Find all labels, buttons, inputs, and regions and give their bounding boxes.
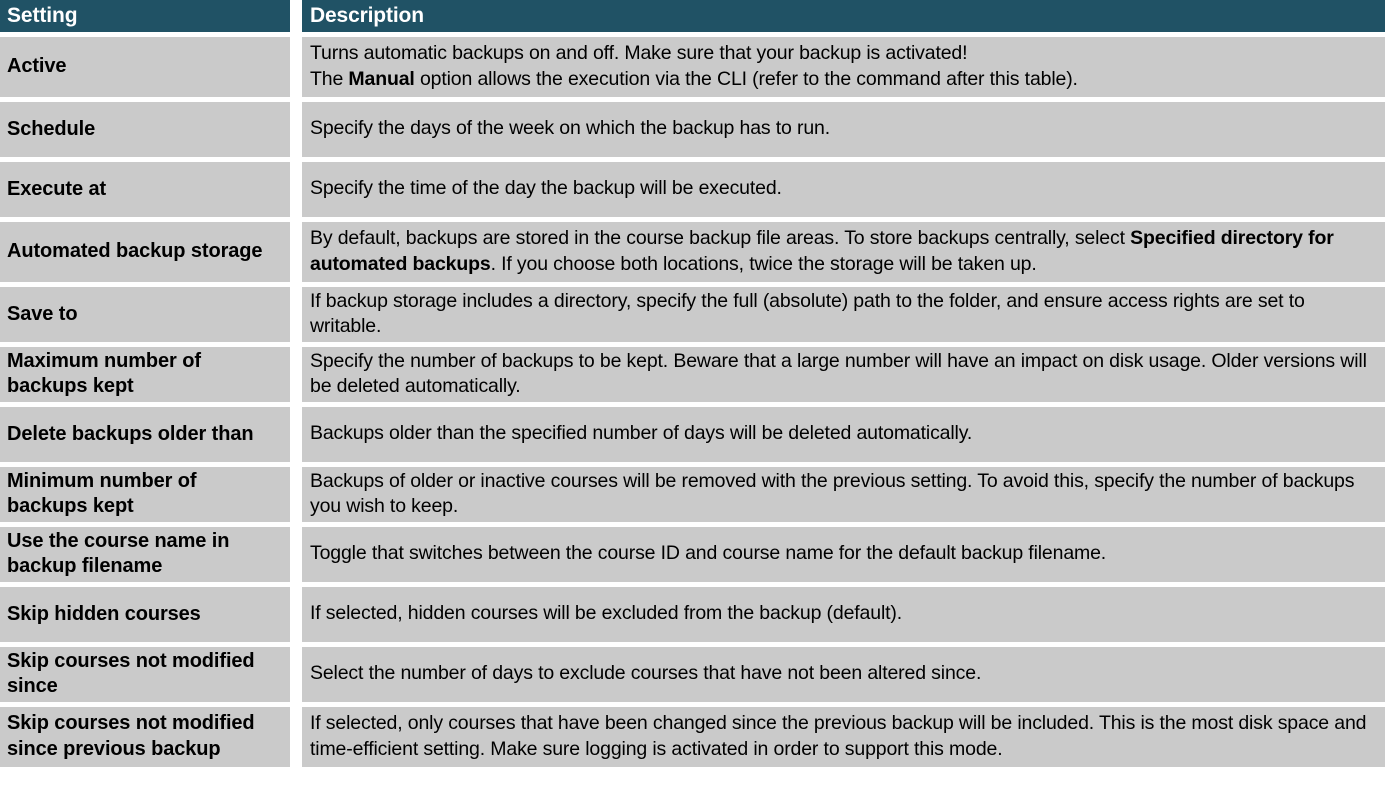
column-divider <box>290 286 302 342</box>
table-row: Execute at Specify the time of the day th… <box>0 161 1385 217</box>
setting-name-cell: Save to <box>0 286 290 342</box>
setting-name-cell: Use the course name in backup filename <box>0 526 290 582</box>
description-text: Specify the number of backups to be kept… <box>310 349 1367 398</box>
setting-name-cell: Automated backup storage <box>0 221 290 282</box>
setting-description-cell: By default, backups are stored in the co… <box>302 221 1385 282</box>
description-text: Backups of older or inactive courses wil… <box>310 469 1355 518</box>
setting-description-cell: Select the number of days to exclude cou… <box>302 646 1385 702</box>
setting-description-cell: If backup storage includes a directory, … <box>302 286 1385 342</box>
setting-name-cell: Delete backups older than <box>0 406 290 462</box>
table-row: Delete backups older than Backups older t… <box>0 406 1385 462</box>
column-divider <box>290 586 302 642</box>
settings-description-table: Setting Description Active Turns automati… <box>0 0 1385 796</box>
table-header-row: Setting Description <box>0 0 1385 32</box>
setting-name-cell: Skip courses not modified since <box>0 646 290 702</box>
description-text: If backup storage includes a directory, … <box>310 289 1305 338</box>
table-body: Active Turns automatic backups on and off… <box>0 31 1385 767</box>
column-divider <box>290 101 302 157</box>
table-row: Schedule Specify the days of the week on … <box>0 101 1385 157</box>
column-divider <box>290 161 302 217</box>
setting-description-cell: Toggle that switches between the course … <box>302 526 1385 582</box>
table-row: Save to If backup storage includes a dire… <box>0 286 1385 342</box>
description-text: Select the number of days to exclude cou… <box>310 662 982 685</box>
setting-description-cell: Backups of older or inactive courses wil… <box>302 466 1385 522</box>
setting-description-cell: If selected, hidden courses will be excl… <box>302 586 1385 642</box>
setting-name-cell: Active <box>0 36 290 97</box>
setting-description-cell: Turns automatic backups on and off. Make… <box>302 36 1385 97</box>
description-text: Toggle that switches between the course … <box>310 542 1107 565</box>
setting-description-cell: Specify the days of the week on which th… <box>302 101 1385 157</box>
column-divider <box>290 0 302 32</box>
description-text: If selected, only courses that have been… <box>310 712 1367 760</box>
column-header-description: Description <box>302 0 1385 32</box>
column-divider <box>290 221 302 282</box>
table-row: Skip hidden courses If selected, hidden c… <box>0 586 1385 642</box>
column-divider <box>290 406 302 462</box>
column-divider <box>290 346 302 402</box>
column-divider <box>290 706 302 767</box>
description-text: If selected, hidden courses will be excl… <box>310 602 903 625</box>
setting-name-cell: Execute at <box>0 161 290 217</box>
column-divider <box>290 466 302 522</box>
description-text: Backups older than the specified number … <box>310 422 973 445</box>
setting-description-cell: Specify the time of the day the backup w… <box>302 161 1385 217</box>
table-row: Use the course name in backup filename To… <box>0 526 1385 582</box>
description-text: Specify the time of the day the backup w… <box>310 177 782 200</box>
table-row: Minimum number of backups kept Backups of… <box>0 466 1385 522</box>
setting-description-cell: If selected, only courses that have been… <box>302 706 1385 767</box>
setting-description-cell: Backups older than the specified number … <box>302 406 1385 462</box>
setting-name-cell: Schedule <box>0 101 290 157</box>
table-row: Active Turns automatic backups on and off… <box>0 36 1385 97</box>
table-row: Skip courses not modified since previous… <box>0 706 1385 767</box>
column-divider <box>290 36 302 97</box>
description-text: By default, backups are stored in the co… <box>310 227 1334 275</box>
setting-name-cell: Skip courses not modified since previous… <box>0 706 290 767</box>
setting-description-cell: Specify the number of backups to be kept… <box>302 346 1385 402</box>
table-row: Maximum number of backups kept Specify th… <box>0 346 1385 402</box>
setting-name-cell: Skip hidden courses <box>0 586 290 642</box>
table-row: Automated backup storage By default, back… <box>0 221 1385 282</box>
column-header-setting: Setting <box>0 0 290 32</box>
column-divider <box>290 646 302 702</box>
setting-name-cell: Minimum number of backups kept <box>0 466 290 522</box>
column-divider <box>290 526 302 582</box>
description-text: Turns automatic backups on and off. Make… <box>310 42 1078 90</box>
description-text: Specify the days of the week on which th… <box>310 117 830 140</box>
table-row: Skip courses not modified since Select th… <box>0 646 1385 702</box>
setting-name-cell: Maximum number of backups kept <box>0 346 290 402</box>
